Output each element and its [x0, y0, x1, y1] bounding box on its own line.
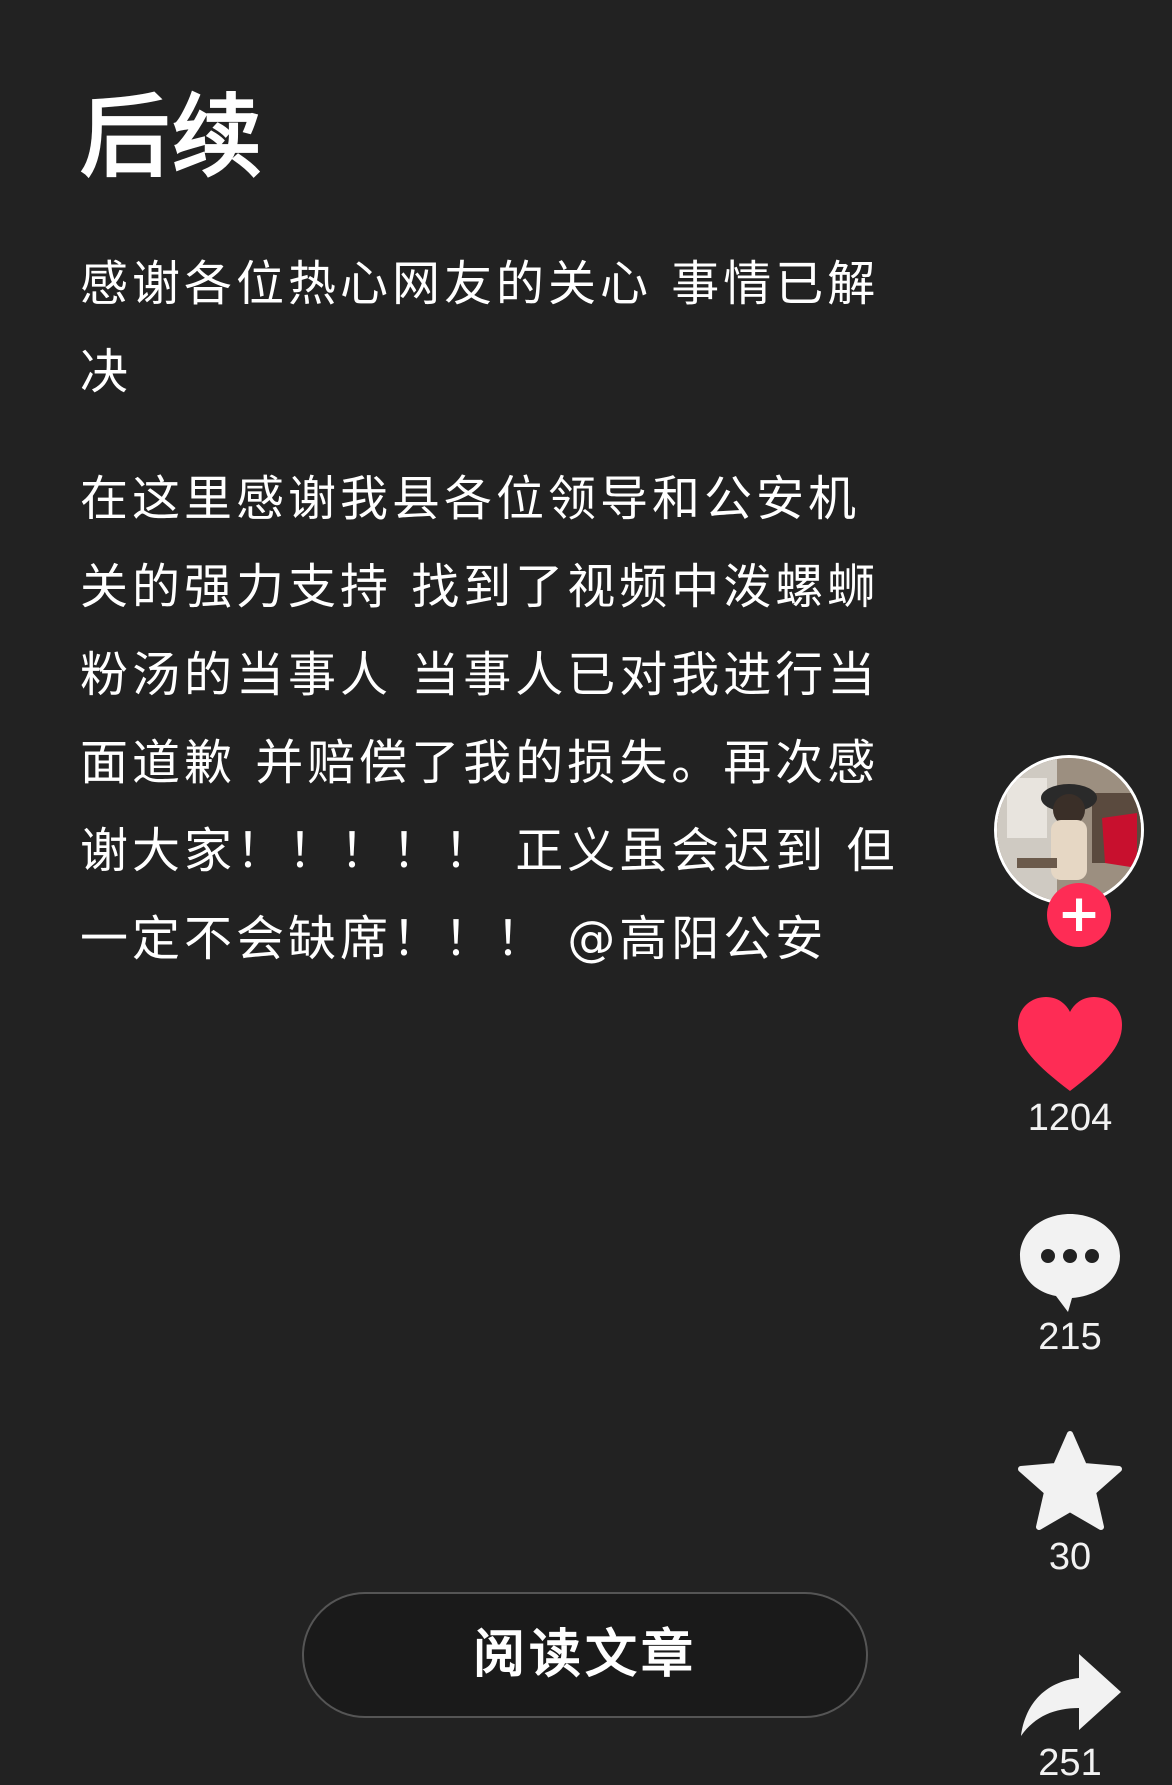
avatar	[994, 755, 1144, 905]
author-avatar-button[interactable]: +	[994, 755, 1144, 947]
read-article-button[interactable]: 阅读文章	[302, 1592, 868, 1718]
post-paragraph-1: 感谢各位热心网友的关心 事情已解决	[80, 256, 880, 400]
share-arrow-icon	[1021, 1654, 1121, 1736]
share-count: 251	[1038, 1742, 1102, 1784]
comment-button[interactable]: 215	[990, 1210, 1150, 1359]
comment-icon	[1020, 1214, 1120, 1312]
like-count: 1204	[1027, 1097, 1113, 1139]
favorite-button[interactable]: 30	[990, 1430, 1150, 1579]
share-button[interactable]: 251	[990, 1650, 1150, 1785]
heart-icon	[1018, 997, 1122, 1091]
post-title: 后续	[80, 85, 264, 190]
star-icon	[1018, 1431, 1122, 1530]
follow-button[interactable]: +	[1047, 883, 1111, 947]
post-paragraph-2: 在这里感谢我县各位领导和公安机关的强力支持 找到了视频中泼螺蛳粉汤的当事人 当事…	[80, 471, 899, 967]
favorite-count: 30	[1048, 1536, 1092, 1578]
like-button[interactable]: 1204	[990, 995, 1150, 1140]
comment-count: 215	[1038, 1316, 1102, 1358]
